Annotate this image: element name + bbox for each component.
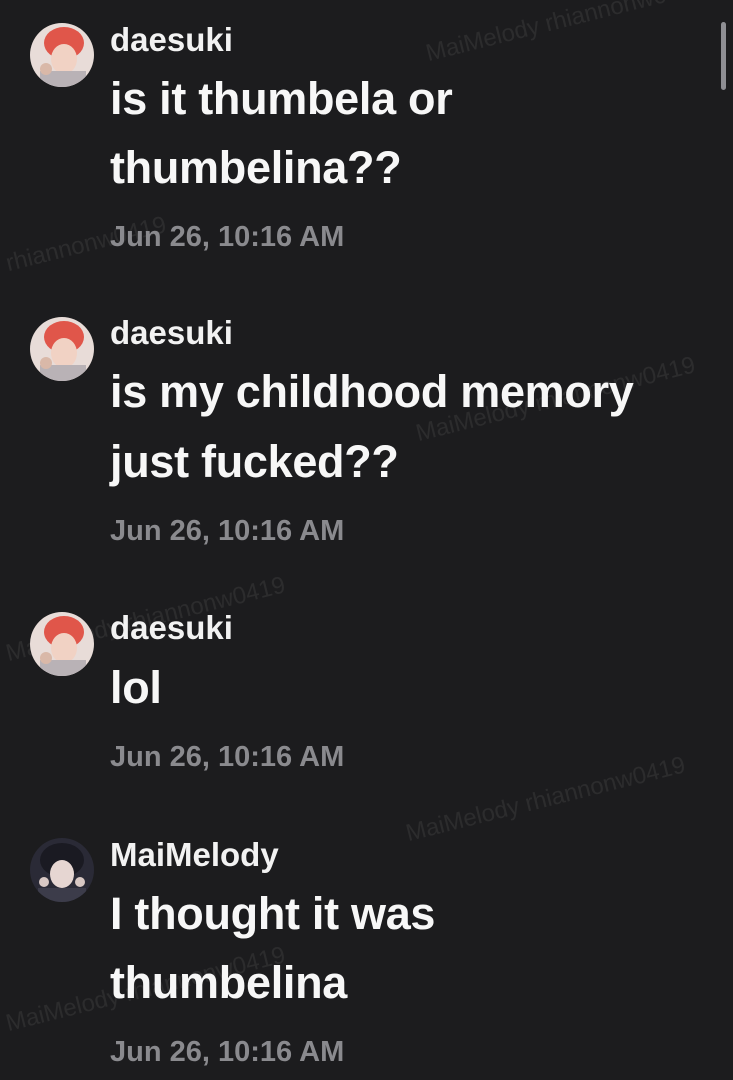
daesuki-avatar[interactable] [30,612,94,676]
message-timestamp: Jun 26, 10:16 AM [110,221,345,253]
message-username[interactable]: MaiMelody [110,836,279,874]
message-text-line: is my childhood memory [110,366,634,417]
maimelody-avatar[interactable] [30,838,94,902]
message-username[interactable]: daesuki [110,609,233,647]
scrollbar[interactable] [721,22,726,90]
message-username[interactable]: daesuki [110,21,233,59]
message-timestamp: Jun 26, 10:16 AM [110,741,345,773]
daesuki-avatar[interactable] [30,23,94,87]
message-timestamp: Jun 26, 10:16 AM [110,515,345,547]
daesuki-avatar[interactable] [30,317,94,381]
avatar-image [30,317,94,381]
message-timestamp: Jun 26, 10:16 AM [110,1036,345,1068]
avatar-image [30,838,94,902]
message-text-line: lol [110,662,162,713]
message-username[interactable]: daesuki [110,314,233,352]
message-text-line: I thought it was [110,888,436,939]
message-text-line: thumbelina [110,957,348,1008]
watermark: MaiMelody rhiannonw0419 [403,751,689,848]
message-text-line: is it thumbela or [110,73,453,124]
avatar-image [30,612,94,676]
message-text-line: just fucked?? [110,436,399,487]
watermark: MaiMelody rhiannonw0419 [423,0,709,68]
message-text-line: thumbelina?? [110,142,402,193]
avatar-image [30,23,94,87]
